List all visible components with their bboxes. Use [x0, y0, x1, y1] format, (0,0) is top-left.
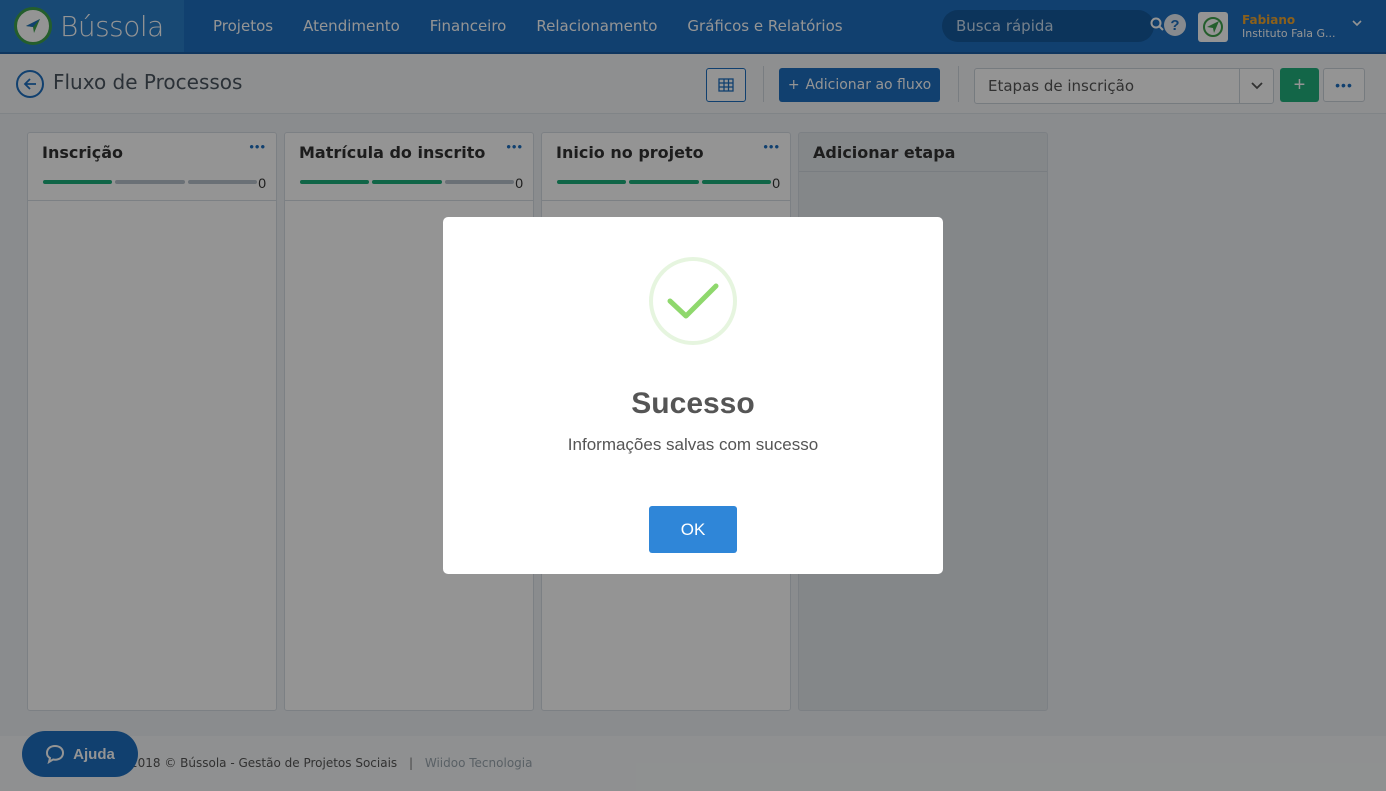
- dialog-title: Sucesso: [631, 387, 755, 420]
- ok-button[interactable]: OK: [649, 506, 737, 553]
- dialog-message: Informações salvas com sucesso: [567, 435, 819, 454]
- success-dialog: Sucesso Informações salvas com sucesso O…: [443, 217, 943, 574]
- checkmark-icon: [649, 257, 737, 345]
